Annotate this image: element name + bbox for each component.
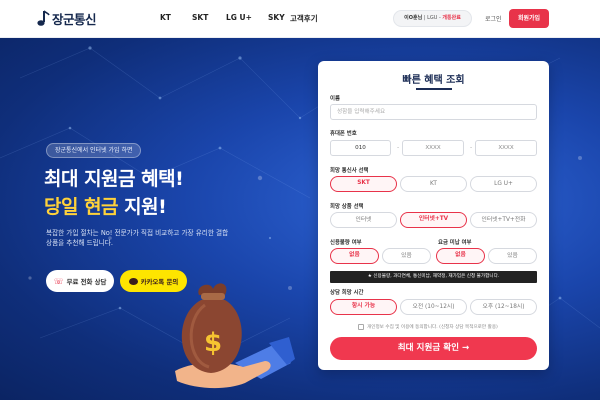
privacy-agree[interactable]: 개인정보 수집 및 이용에 동의합니다. (신청자 상담 목적으로만 활용)	[358, 324, 498, 330]
carrier-label: 희망 통신사 선택	[330, 166, 368, 174]
hero-headline-1: 최대 지원금 혜택!	[44, 168, 184, 190]
credit-label: 신용불량 여부	[330, 238, 362, 246]
time-label: 상담 희망 시간	[330, 290, 364, 296]
carrier-label-text: 희망 통신사 선택	[330, 168, 369, 174]
credit-label-text: 신용불량 여부	[330, 240, 362, 246]
hero-highlight: 당일 현금	[44, 196, 119, 218]
restriction-warning: ★ 신용불량, 과다연체, 통신미납, 재약정, 재가입은 신청 불가합니다.	[330, 271, 537, 283]
free-call-button[interactable]: ☏ 무료 전화 상담	[46, 270, 114, 292]
unpaid-option-none[interactable]: 없음	[436, 248, 485, 264]
phone-mid-input[interactable]: XXXX	[402, 140, 464, 156]
nav-reviews[interactable]: 고객후기	[290, 13, 318, 24]
name-label: 이름	[330, 96, 340, 102]
logo-note-icon	[37, 9, 50, 26]
unpaid-label-text: 요금 미납 여부	[438, 240, 472, 246]
form-title: 빠른 혜택 조회	[402, 75, 465, 86]
notice-separator: | LGU -	[422, 15, 443, 21]
unpaid-option-yes[interactable]: 있음	[488, 248, 537, 264]
money-bag-icon: $	[175, 283, 295, 389]
logo-text: 장군통신	[52, 12, 97, 27]
time-option-afternoon[interactable]: 오후 (12~18시)	[470, 299, 537, 315]
product-option-internet-tv-phone[interactable]: 인터넷+TV+전화	[470, 212, 537, 228]
hero-badge: 장군통신에서 인터넷 가입 하면	[46, 143, 142, 158]
hero-headline-2: 당일 현금 지원!	[44, 192, 167, 219]
free-call-label: 무료 전화 상담	[66, 277, 107, 286]
privacy-agree-text: 개인정보 수집 및 이용에 동의합니다. (신청자 상담 목적으로만 활용)	[367, 325, 498, 330]
product-label: 희망 상품 선택	[330, 204, 364, 210]
credit-option-yes[interactable]: 있음	[382, 248, 431, 264]
hero-description: 복잡한 가입 절차는 No! 전문가가 직접 비교하고 가장 유리한 결합 상품…	[46, 229, 229, 247]
kakao-chat-icon	[128, 277, 138, 285]
notice-status: 개통완료	[442, 15, 461, 21]
product-option-internet-tv[interactable]: 인터넷+TV	[400, 212, 467, 228]
name-input[interactable]: 성함을 입력해주세요	[330, 104, 537, 120]
time-option-anytime[interactable]: 항시 가능	[330, 299, 397, 315]
phone-dash-1: -	[397, 144, 400, 151]
nav-lgu[interactable]: LG U+	[226, 13, 252, 22]
nav-sky[interactable]: SKY	[268, 13, 285, 22]
product-option-internet[interactable]: 인터넷	[330, 212, 397, 228]
nav-kt[interactable]: KT	[160, 13, 171, 22]
credit-option-none[interactable]: 없음	[330, 248, 379, 264]
carrier-option-kt[interactable]: KT	[400, 176, 467, 192]
login-link[interactable]: 로그인	[485, 14, 502, 23]
unpaid-label: 요금 미납 여부	[438, 238, 472, 246]
phone-prefix-input[interactable]: 010	[330, 140, 391, 156]
title-underline	[416, 88, 452, 90]
signup-button[interactable]: 회원가입	[509, 9, 549, 28]
notice-name: 이O훈님	[404, 15, 423, 21]
nav-skt[interactable]: SKT	[192, 13, 208, 22]
live-notice-badge: 이O훈님 | LGU - 개통완료	[393, 10, 472, 27]
time-option-morning[interactable]: 오전 (10~12시)	[400, 299, 467, 315]
money-symbol: $	[204, 328, 222, 358]
site-header: 장군통신 KT SKT LG U+ SKY 고객후기 이O훈님 | LGU - …	[0, 0, 600, 38]
quick-benefit-form: 빠른 혜택 조회 이름 성함을 입력해주세요 휴대폰 번호 010 - XXXX…	[318, 61, 549, 370]
phone-last-input[interactable]: XXXX	[475, 140, 537, 156]
carrier-option-skt[interactable]: SKT	[330, 176, 397, 192]
submit-button[interactable]: 최대 지원금 확인 →	[330, 337, 537, 360]
phone-label: 휴대폰 번호	[330, 131, 357, 137]
hero-headline-rest: 지원!	[118, 196, 167, 218]
checkbox-icon[interactable]	[358, 324, 364, 330]
logo[interactable]: 장군통신	[36, 9, 97, 28]
phone-dash-2: -	[470, 144, 473, 151]
phone-icon: ☏	[53, 276, 64, 286]
carrier-option-lgu[interactable]: LG U+	[470, 176, 537, 192]
